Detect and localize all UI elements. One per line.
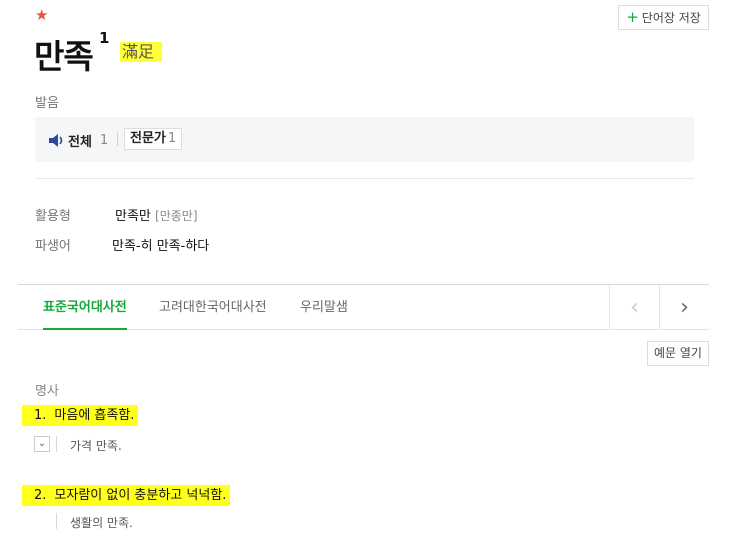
pronunciation-expert-button[interactable]: 전문가 1 bbox=[124, 128, 183, 150]
pronunciation-all-button[interactable]: 전체 1 bbox=[49, 131, 108, 150]
plus-icon: + bbox=[626, 8, 639, 26]
example-text: 가격 만족. bbox=[70, 439, 122, 453]
definition-number: 2. bbox=[34, 488, 47, 503]
tab-standard-dictionary[interactable]: 표준국어대사전 bbox=[43, 285, 127, 330]
part-of-speech: 명사 bbox=[35, 384, 59, 399]
definition-text: 마음에 흡족함. bbox=[54, 408, 135, 423]
open-examples-button[interactable]: 예문 열기 bbox=[647, 341, 709, 366]
derivative-link[interactable]: 만족-히 bbox=[112, 239, 153, 254]
conjugation-label: 활용형 bbox=[35, 209, 71, 224]
example-bar bbox=[56, 436, 57, 452]
derivatives-list: 만족-히 만족-하다 bbox=[112, 235, 209, 254]
definition-number: 1. bbox=[34, 408, 47, 423]
dictionary-tabs: 표준국어대사전 고려대한국어대사전 우리말샘 ‹ › bbox=[18, 284, 709, 330]
chevron-down-icon: ⌄ bbox=[37, 438, 47, 449]
example-bar bbox=[56, 513, 57, 529]
conjugation-value: 만족만 [만종만] bbox=[115, 205, 198, 224]
example-text: 생활의 만족. bbox=[70, 516, 133, 530]
definition-text: 모자람이 없이 충분하고 넉넉함. bbox=[54, 488, 227, 503]
headword: 만족 bbox=[34, 37, 94, 76]
speaker-icon bbox=[49, 134, 63, 147]
save-to-vocabulary-button[interactable]: + 단어장 저장 bbox=[618, 5, 709, 30]
hanja-origin: 滿足 bbox=[120, 42, 163, 62]
homonym-number: 1 bbox=[99, 29, 110, 47]
pronunciation-expert-label: 전문가 bbox=[130, 131, 166, 146]
derivatives-label: 파생어 bbox=[35, 239, 71, 254]
pronunciation-all-count: 1 bbox=[99, 133, 109, 148]
pronunciation-expert-count: 1 bbox=[167, 131, 177, 146]
chevron-right-icon: › bbox=[680, 294, 689, 320]
tab-next-button[interactable]: › bbox=[659, 285, 709, 329]
conjugation-pronunciation: [만종만] bbox=[155, 209, 198, 223]
pronunciation-label: 발음 bbox=[35, 96, 59, 111]
tab-prev-button[interactable]: ‹ bbox=[609, 285, 659, 329]
tab-urimalsaem[interactable]: 우리말샘 bbox=[300, 285, 348, 330]
pronunciation-box: 전체 1 전문가 1 bbox=[35, 117, 694, 162]
chevron-left-icon: ‹ bbox=[630, 294, 639, 320]
derivative-link[interactable]: 만족-하다 bbox=[157, 239, 210, 254]
tab-korea-university-dictionary[interactable]: 고려대한국어대사전 bbox=[159, 285, 267, 330]
expand-toggle[interactable]: ⌄ bbox=[34, 436, 50, 452]
conjugation-form: 만족만 bbox=[115, 209, 151, 224]
section-divider bbox=[35, 178, 694, 179]
definition-item: 2. 모자람이 없이 충분하고 넉넉함. bbox=[22, 485, 231, 506]
save-to-vocabulary-label: 단어장 저장 bbox=[641, 11, 701, 25]
definition-item: 1. 마음에 흡족함. bbox=[22, 405, 139, 426]
pronunciation-all-label: 전체 bbox=[68, 135, 92, 150]
divider bbox=[117, 132, 118, 146]
star-icon: ★ bbox=[35, 6, 49, 24]
